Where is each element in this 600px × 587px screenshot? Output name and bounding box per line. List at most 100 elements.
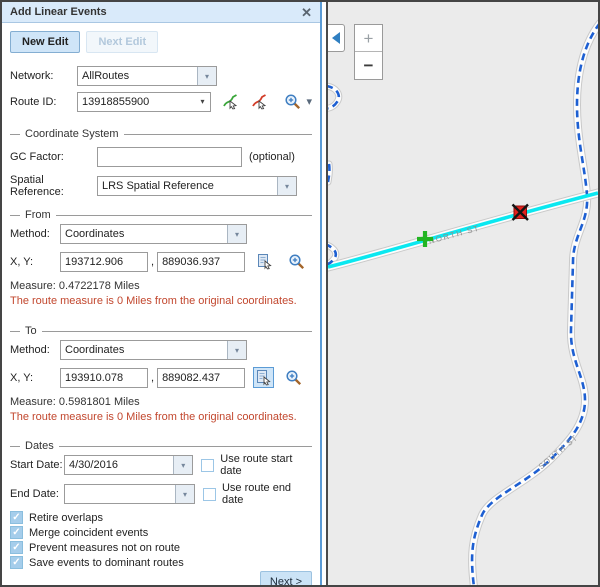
- network-value: AllRoutes: [78, 70, 197, 82]
- panel-title: Add Linear Events: [10, 6, 107, 18]
- retire-overlaps-checkbox[interactable]: ✓: [10, 511, 23, 524]
- dates-legend: Dates: [25, 440, 54, 452]
- pick-from-point-on-map-icon[interactable]: [254, 251, 275, 272]
- from-method-row: Method: Coordinates ▾: [10, 224, 312, 244]
- close-icon[interactable]: ✕: [301, 6, 312, 19]
- section-rule: [10, 331, 20, 332]
- merge-coincident-events-checkbox[interactable]: ✓: [10, 526, 23, 539]
- route-id-combobox[interactable]: 13918855900 ▾: [77, 92, 211, 112]
- next-edit-button[interactable]: Next Edit: [86, 31, 158, 53]
- zoom-to-from-point-icon[interactable]: [286, 251, 308, 272]
- to-xy-label: X, Y:: [10, 372, 60, 384]
- from-xy-row: X, Y: ,: [10, 251, 312, 272]
- to-section-header: To: [10, 325, 312, 337]
- end-date-label: End Date:: [10, 488, 64, 500]
- new-edit-button[interactable]: New Edit: [10, 31, 80, 53]
- section-rule: [56, 215, 312, 216]
- prevent-measures-checkbox[interactable]: ✓: [10, 541, 23, 554]
- gc-factor-input[interactable]: [97, 147, 242, 167]
- section-rule: [42, 331, 312, 332]
- end-date-picker[interactable]: ▾: [64, 484, 195, 504]
- start-date-label: Start Date:: [10, 459, 64, 471]
- to-method-value: Coordinates: [61, 344, 227, 356]
- use-route-start-date-checkbox[interactable]: [201, 459, 214, 472]
- save-dominant-routes-label: Save events to dominant routes: [29, 557, 184, 569]
- use-route-start-date-label: Use route start date: [220, 453, 312, 477]
- option-prevent-measures: ✓ Prevent measures not on route: [10, 541, 312, 554]
- map-zoom-control: + −: [354, 24, 383, 80]
- zoom-in-button[interactable]: +: [355, 25, 382, 52]
- to-xy-row: X, Y: ,: [10, 367, 312, 388]
- to-point-marker: [513, 205, 529, 221]
- to-method-label: Method:: [10, 344, 60, 356]
- chevron-down-icon[interactable]: ▾: [173, 456, 192, 474]
- route-id-label: Route ID:: [10, 96, 77, 108]
- from-method-select[interactable]: Coordinates ▾: [60, 224, 247, 244]
- gc-factor-label: GC Factor:: [10, 151, 97, 163]
- check-icon: ✓: [12, 543, 20, 553]
- optional-note: (optional): [249, 151, 295, 163]
- to-x-input[interactable]: [60, 368, 148, 388]
- save-dominant-routes-checkbox[interactable]: ✓: [10, 556, 23, 569]
- panel-titlebar: Add Linear Events ✕: [2, 2, 320, 23]
- to-y-input[interactable]: [157, 368, 245, 388]
- next-button[interactable]: Next >: [260, 571, 312, 585]
- option-merge-coincident: ✓ Merge coincident events: [10, 526, 312, 539]
- merge-coincident-events-label: Merge coincident events: [29, 527, 148, 539]
- coordinate-system-section-header: Coordinate System: [10, 128, 312, 140]
- chevron-down-icon[interactable]: ▾: [175, 485, 194, 503]
- street-label-south-st: SOUTH ST: [537, 433, 580, 471]
- spatial-reference-value: LRS Spatial Reference: [98, 180, 277, 192]
- spatial-reference-label: Spatial Reference:: [10, 174, 97, 198]
- from-section-header: From: [10, 209, 312, 221]
- network-label: Network:: [10, 70, 77, 82]
- from-warning-text: The route measure is 0 Miles from the or…: [10, 295, 312, 307]
- from-legend: From: [25, 209, 51, 221]
- chevron-down-icon[interactable]: ▾: [194, 97, 210, 106]
- chevron-down-icon[interactable]: ▾: [277, 177, 296, 195]
- next-button-row: Next >: [10, 571, 312, 585]
- pick-route-on-map-icon[interactable]: [220, 91, 241, 112]
- panel-body: New Edit Next Edit Network: AllRoutes ▾ …: [2, 23, 320, 585]
- from-y-input[interactable]: [157, 252, 245, 272]
- use-route-end-date-checkbox[interactable]: [203, 488, 216, 501]
- map-graphics: NORTH ST SOUTH ST: [328, 2, 598, 585]
- to-legend: To: [25, 325, 37, 337]
- zoom-out-button[interactable]: −: [355, 52, 382, 79]
- to-warning-text: The route measure is 0 Miles from the or…: [10, 411, 312, 423]
- pick-to-point-on-map-icon[interactable]: [253, 367, 274, 388]
- from-method-label: Method:: [10, 228, 60, 240]
- zoom-to-to-point-icon[interactable]: [283, 367, 305, 388]
- collapse-panel-button[interactable]: [328, 24, 345, 52]
- start-date-row: Start Date: 4/30/2016 ▾ Use route start …: [10, 453, 312, 477]
- start-date-picker[interactable]: 4/30/2016 ▾: [64, 455, 193, 475]
- chevron-down-icon[interactable]: ▾: [227, 225, 246, 243]
- network-select[interactable]: AllRoutes ▾: [77, 66, 217, 86]
- section-rule: [124, 134, 312, 135]
- clear-route-selection-icon[interactable]: [249, 91, 270, 112]
- chevron-down-icon[interactable]: ▾: [227, 341, 246, 359]
- zoom-to-route-icon[interactable]: [282, 91, 304, 112]
- from-method-value: Coordinates: [61, 228, 227, 240]
- map-canvas[interactable]: NORTH ST SOUTH ST + −: [328, 2, 598, 585]
- to-method-select[interactable]: Coordinates ▾: [60, 340, 247, 360]
- zoom-options-chevron-icon[interactable]: ▾: [306, 95, 312, 108]
- end-date-row: End Date: ▾ Use route end date: [10, 482, 312, 506]
- from-xy-label: X, Y:: [10, 256, 60, 268]
- spatial-reference-row: Spatial Reference: LRS Spatial Reference…: [10, 174, 312, 198]
- retire-overlaps-label: Retire overlaps: [29, 512, 103, 524]
- xy-separator: ,: [148, 256, 157, 268]
- spatial-reference-select[interactable]: LRS Spatial Reference ▾: [97, 176, 297, 196]
- section-rule: [10, 134, 20, 135]
- check-icon: ✓: [12, 558, 20, 568]
- section-rule: [59, 446, 312, 447]
- start-date-value: 4/30/2016: [65, 459, 173, 471]
- route-id-row: Route ID: 13918855900 ▾: [10, 91, 312, 112]
- section-rule: [10, 446, 20, 447]
- option-save-dominant: ✓ Save events to dominant routes: [10, 556, 312, 569]
- route-id-value: 13918855900: [78, 96, 194, 108]
- chevron-down-icon[interactable]: ▾: [197, 67, 216, 85]
- from-x-input[interactable]: [60, 252, 148, 272]
- check-icon: ✓: [12, 513, 20, 523]
- street-label-north-st: NORTH ST: [428, 223, 481, 245]
